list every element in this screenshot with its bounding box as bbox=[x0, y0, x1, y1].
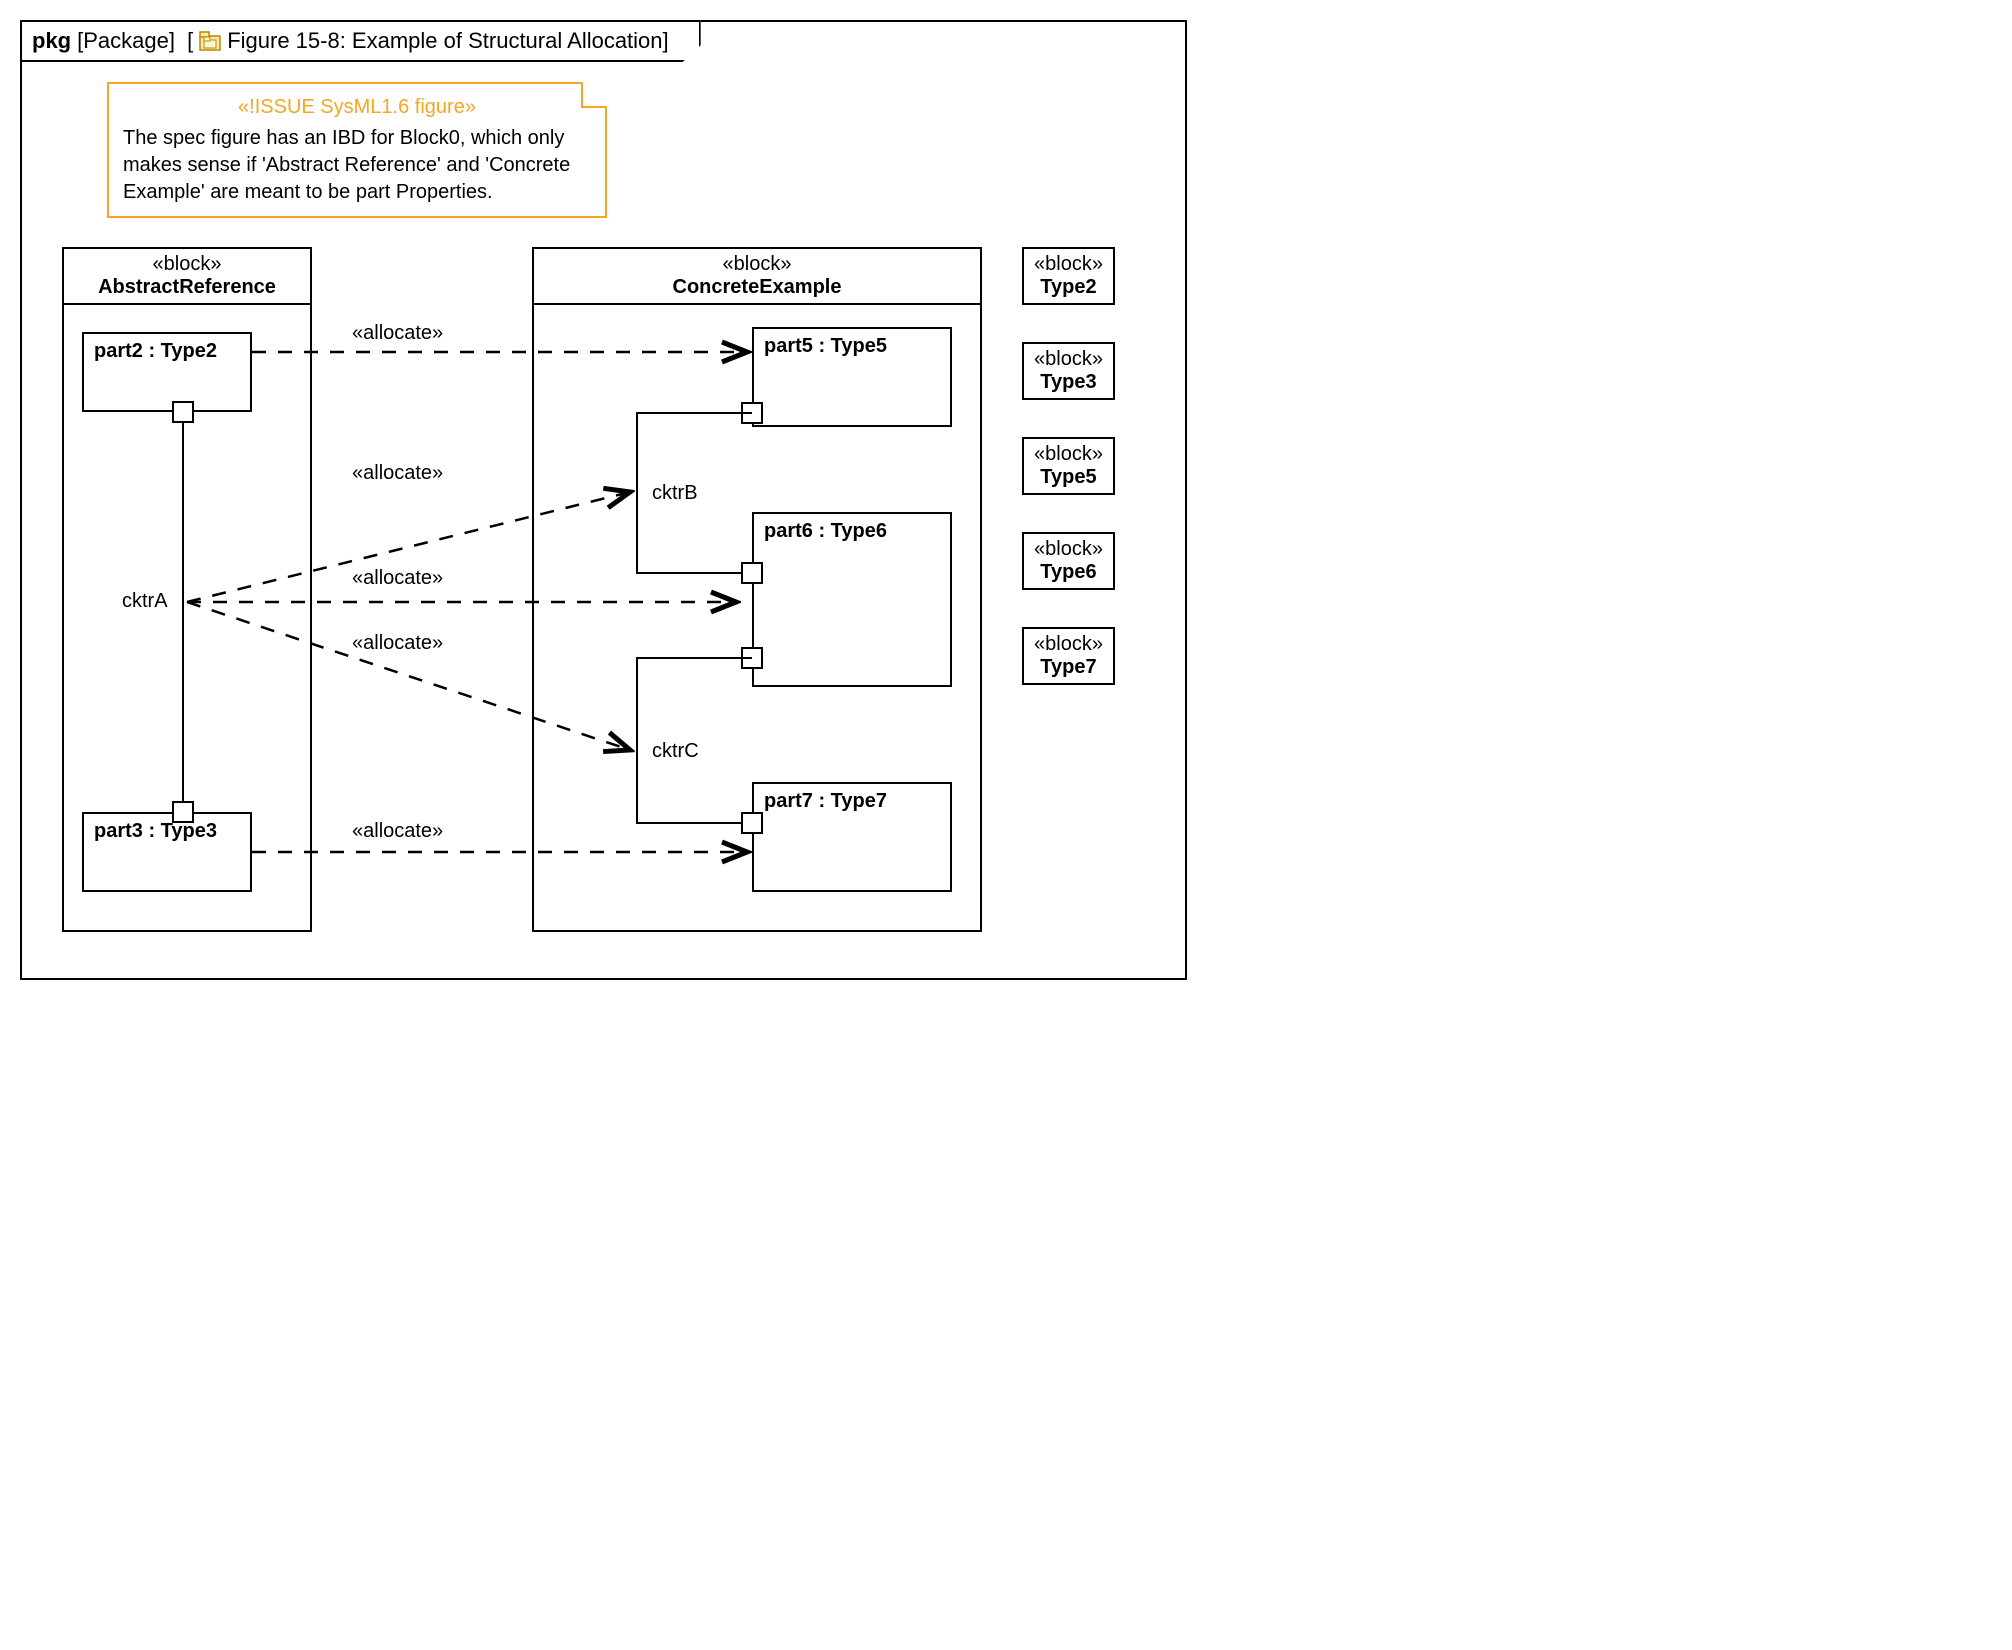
allocate-label-1: «allocate» bbox=[352, 322, 443, 345]
header-title: Figure 15-8: Example of Structural Alloc… bbox=[227, 28, 668, 54]
header-type: [Package] bbox=[77, 28, 175, 54]
concrete-name: ConcreteExample bbox=[540, 276, 974, 299]
type6-block: «block» Type6 bbox=[1022, 532, 1115, 590]
part5: part5 : Type5 bbox=[752, 327, 952, 427]
concrete-stereo: «block» bbox=[540, 253, 974, 276]
allocate-label-3: «allocate» bbox=[352, 567, 443, 590]
cktrA-label: cktrA bbox=[122, 590, 168, 613]
port-part2 bbox=[172, 401, 194, 423]
diagram-frame: pkg [Package] [ Figure 15-8: Example of … bbox=[20, 20, 1187, 980]
type5-block: «block» Type5 bbox=[1022, 437, 1115, 495]
type2-block: «block» Type2 bbox=[1022, 247, 1115, 305]
port-part7 bbox=[741, 812, 763, 834]
port-part6-bot bbox=[741, 647, 763, 669]
abstract-stereo: «block» bbox=[70, 253, 304, 276]
allocate-label-5: «allocate» bbox=[352, 820, 443, 843]
issue-note: «!ISSUE SysML1.6 figure» The spec figure… bbox=[107, 82, 607, 218]
part3: part3 : Type3 bbox=[82, 812, 252, 892]
cktrC-label: cktrC bbox=[652, 740, 699, 763]
block-abstract-header: «block» AbstractReference bbox=[64, 249, 310, 305]
part7: part7 : Type7 bbox=[752, 782, 952, 892]
allocate-label-2: «allocate» bbox=[352, 462, 443, 485]
port-part3 bbox=[172, 801, 194, 823]
type7-block: «block» Type7 bbox=[1022, 627, 1115, 685]
note-body: The spec figure has an IBD for Block0, w… bbox=[123, 125, 591, 206]
frame-header: pkg [Package] [ Figure 15-8: Example of … bbox=[20, 20, 701, 62]
port-part5 bbox=[741, 402, 763, 424]
pkg-keyword: pkg bbox=[32, 28, 71, 54]
port-part6-top bbox=[741, 562, 763, 584]
abstract-name: AbstractReference bbox=[70, 276, 304, 299]
type3-block: «block» Type3 bbox=[1022, 342, 1115, 400]
allocate-label-4: «allocate» bbox=[352, 632, 443, 655]
cktrB-label: cktrB bbox=[652, 482, 698, 505]
note-title: «!ISSUE SysML1.6 figure» bbox=[123, 94, 591, 121]
block-concrete-header: «block» ConcreteExample bbox=[534, 249, 980, 305]
part2: part2 : Type2 bbox=[82, 332, 252, 412]
package-icon bbox=[199, 31, 221, 51]
part6: part6 : Type6 bbox=[752, 512, 952, 687]
